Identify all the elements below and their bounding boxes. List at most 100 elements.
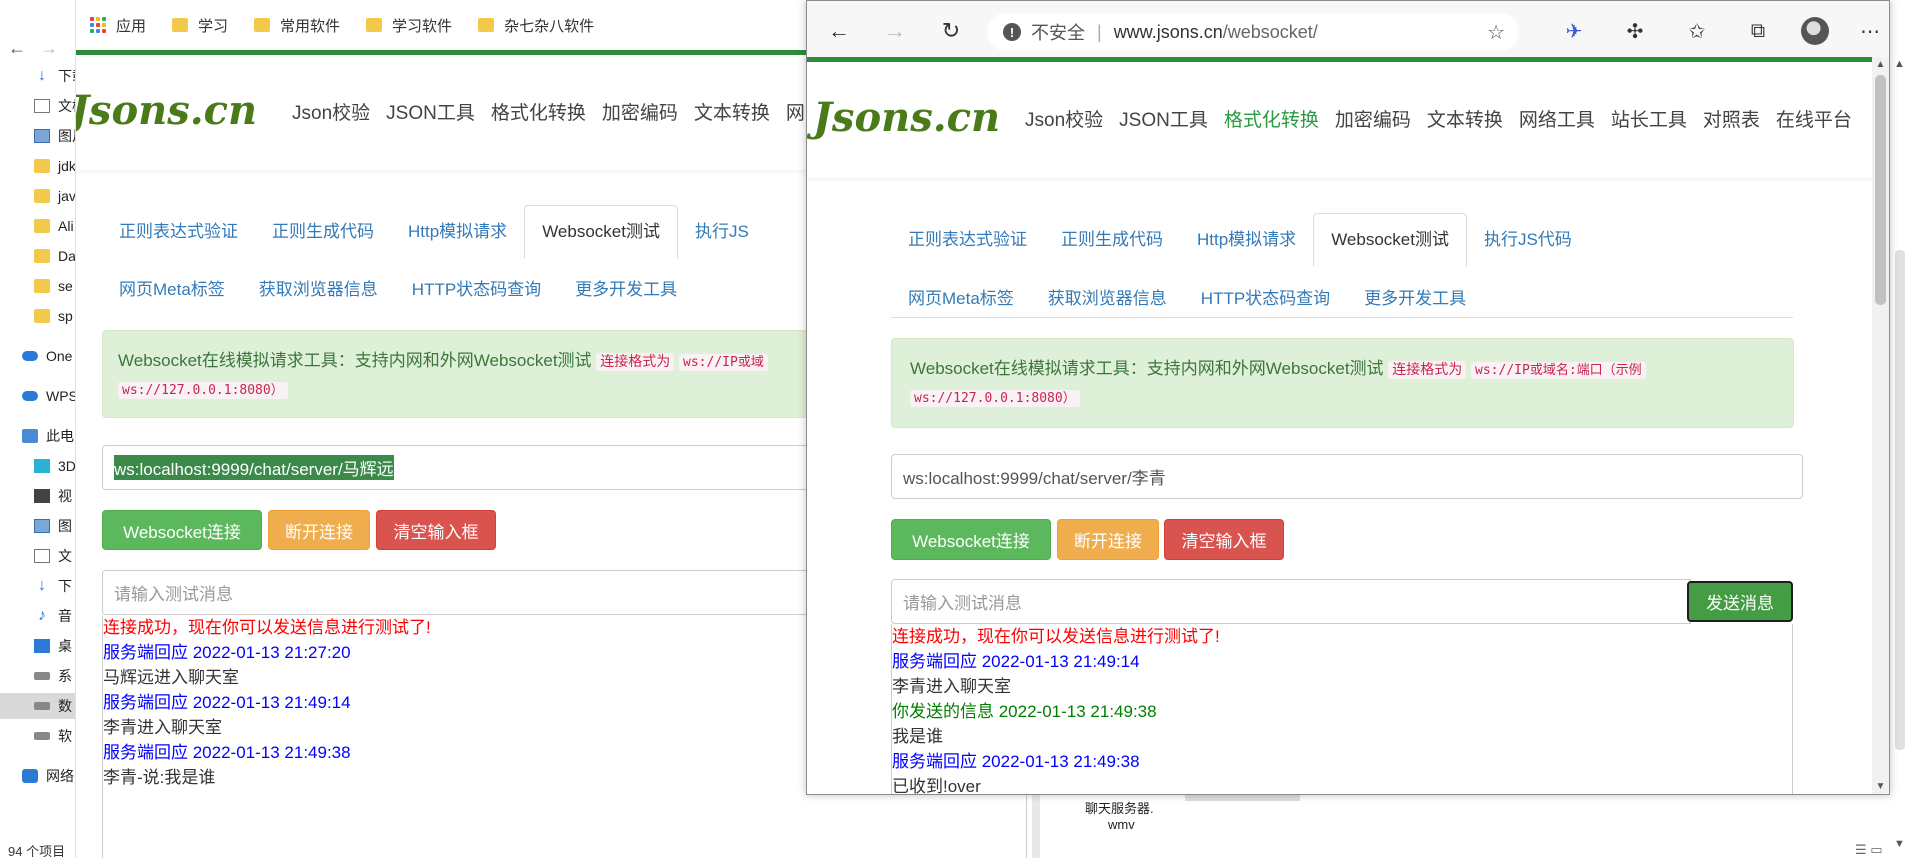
tab-meta-tags[interactable]: 网页Meta标签 bbox=[891, 284, 1031, 309]
bookmark-item[interactable]: 学习 bbox=[172, 15, 228, 36]
extension-bird-icon[interactable]: ✈ bbox=[1556, 13, 1592, 49]
tab-meta-tags[interactable]: 网页Meta标签 bbox=[102, 275, 242, 300]
favorites-star-icon[interactable]: ✩ bbox=[1679, 13, 1715, 49]
scroll-up-arrow-icon[interactable]: ▲ bbox=[1894, 58, 1905, 70]
forward-arrow-icon[interactable]: → bbox=[40, 38, 58, 58]
extensions-puzzle-icon[interactable]: ✣ bbox=[1617, 13, 1653, 49]
tab-websocket-test[interactable]: Websocket测试 bbox=[1313, 213, 1467, 267]
tab-http-status[interactable]: HTTP状态码查询 bbox=[1184, 284, 1347, 309]
explorer-nav-item[interactable]: se bbox=[0, 273, 75, 299]
nav-json-check[interactable]: Json校验 bbox=[292, 98, 370, 125]
tab-websocket-test[interactable]: Websocket测试 bbox=[524, 205, 678, 259]
explorer-nav-item[interactable]: WPS bbox=[0, 383, 75, 409]
back-arrow-icon[interactable]: ← bbox=[8, 38, 26, 58]
more-menu-icon[interactable]: ⋯ bbox=[1852, 13, 1888, 49]
scroll-down-arrow-icon[interactable]: ▼ bbox=[1872, 781, 1889, 792]
forward-arrow-icon[interactable]: → bbox=[877, 13, 913, 49]
tab-run-js[interactable]: 执行JS代码 bbox=[1467, 213, 1589, 267]
websocket-connect-button[interactable]: Websocket连接 bbox=[891, 519, 1051, 560]
tab-browser-info[interactable]: 获取浏览器信息 bbox=[242, 275, 395, 300]
right-scroll-thumb[interactable] bbox=[1895, 250, 1905, 750]
nav-json-tools[interactable]: JSON工具 bbox=[386, 98, 475, 125]
clear-input-button[interactable]: 清空输入框 bbox=[376, 510, 496, 550]
websocket-url-input[interactable]: ws:localhost:9999/chat/server/李青 bbox=[891, 454, 1803, 499]
site-logo[interactable]: Jsons.cn bbox=[813, 94, 1000, 141]
tab-more-dev-tools[interactable]: 更多开发工具 bbox=[1347, 284, 1483, 309]
send-message-button[interactable]: 发送消息 bbox=[1687, 581, 1793, 622]
explorer-nav-item[interactable]: jdk bbox=[0, 153, 76, 179]
tab-run-js-partial[interactable]: 执行JS bbox=[678, 205, 766, 259]
nav-online-platform[interactable]: 在线平台 bbox=[1776, 105, 1852, 132]
tab-http-simulate[interactable]: Http模拟请求 bbox=[391, 205, 524, 259]
tab-http-simulate[interactable]: Http模拟请求 bbox=[1180, 213, 1313, 267]
nav-text-convert[interactable]: 文本转换 bbox=[1427, 105, 1503, 132]
explorer-nav-item[interactable]: Ali bbox=[0, 213, 75, 239]
nav-json-check[interactable]: Json校验 bbox=[1025, 105, 1103, 132]
address-bar[interactable]: ! 不安全 | www.jsons.cn/websocket/ ☆ bbox=[987, 13, 1519, 51]
nav-webmaster-tools[interactable]: 站长工具 bbox=[1611, 105, 1687, 132]
tab-regex-codegen[interactable]: 正则生成代码 bbox=[255, 205, 391, 259]
scroll-thumb[interactable] bbox=[1875, 75, 1886, 305]
explorer-nav-item[interactable]: Da bbox=[0, 243, 75, 269]
page-scrollbar[interactable]: ▲ ▼ bbox=[1872, 57, 1889, 794]
message-input[interactable]: 请输入测试消息 bbox=[891, 579, 1691, 624]
disconnect-button[interactable]: 断开连接 bbox=[268, 510, 370, 550]
explorer-nav-item[interactable]: ↓ 下载 bbox=[0, 63, 75, 89]
explorer-nav-label: jdk bbox=[58, 158, 76, 174]
explorer-nav-label: 此电 bbox=[46, 428, 74, 444]
explorer-nav-item[interactable]: 数 bbox=[0, 693, 75, 719]
explorer-nav-item[interactable]: 桌 bbox=[0, 633, 75, 659]
nav-encrypt-encode[interactable]: 加密编码 bbox=[1335, 105, 1411, 132]
nav-network-tools[interactable]: 网络工具 bbox=[1519, 105, 1595, 132]
explorer-nav-item[interactable]: 此电 bbox=[0, 423, 75, 449]
tab-browser-info[interactable]: 获取浏览器信息 bbox=[1031, 284, 1184, 309]
disconnect-button[interactable]: 断开连接 bbox=[1057, 519, 1159, 560]
wps-cloud-icon bbox=[22, 391, 38, 401]
explorer-nav-item[interactable]: 视 bbox=[0, 483, 75, 509]
back-arrow-icon[interactable]: ← bbox=[821, 13, 857, 49]
log-line: 我是谁 bbox=[892, 727, 943, 746]
nav-text-convert[interactable]: 文本转换 bbox=[694, 98, 770, 125]
explorer-nav-item[interactable]: ↓ 下 bbox=[0, 573, 75, 599]
bookmark-item[interactable]: 杂七杂八软件 bbox=[478, 15, 594, 36]
refresh-icon[interactable]: ↻ bbox=[933, 13, 969, 49]
explorer-nav-item[interactable]: 图 bbox=[0, 513, 75, 539]
clear-input-button[interactable]: 清空输入框 bbox=[1164, 519, 1284, 560]
explorer-nav-item[interactable]: 文档 bbox=[0, 93, 75, 119]
view-toggle-icon[interactable]: ☰ ▭ bbox=[1855, 842, 1883, 858]
site-logo[interactable]: Jsons.cn bbox=[76, 87, 257, 134]
collections-icon[interactable]: ⧉ bbox=[1740, 13, 1776, 49]
nav-format-convert[interactable]: 格式化转换 bbox=[491, 98, 586, 125]
websocket-connect-button[interactable]: Websocket连接 bbox=[102, 510, 262, 550]
nav-encrypt-encode[interactable]: 加密编码 bbox=[602, 98, 678, 125]
explorer-nav-item[interactable]: 3D bbox=[0, 453, 75, 479]
bookmark-item[interactable]: 学习软件 bbox=[366, 15, 452, 36]
explorer-nav-item[interactable]: 文 bbox=[0, 543, 75, 569]
explorer-nav-item[interactable]: 网络 bbox=[0, 763, 75, 789]
right-edge-scrollbar[interactable]: ▲ ▼ bbox=[1890, 0, 1911, 858]
scroll-down-arrow-icon[interactable]: ▼ bbox=[1894, 838, 1905, 850]
bookmark-item[interactable]: 应用 bbox=[90, 15, 146, 36]
nav-json-tools[interactable]: JSON工具 bbox=[1119, 105, 1208, 132]
explorer-nav-item[interactable]: 系 bbox=[0, 663, 75, 689]
add-favorite-icon[interactable]: ☆ bbox=[1487, 20, 1505, 45]
tab-regex-verify[interactable]: 正则表达式验证 bbox=[891, 213, 1044, 267]
tab-http-status[interactable]: HTTP状态码查询 bbox=[395, 275, 558, 300]
explorer-nav-item[interactable]: 软 bbox=[0, 723, 75, 749]
explorer-nav-item[interactable]: sp bbox=[0, 303, 75, 329]
profile-avatar[interactable] bbox=[1797, 13, 1833, 49]
nav-reference-table[interactable]: 对照表 bbox=[1703, 105, 1760, 132]
nav-network-tools-partial[interactable]: 网 bbox=[786, 98, 805, 125]
tab-more-dev-tools[interactable]: 更多开发工具 bbox=[558, 275, 694, 300]
bookmark-item[interactable]: 常用软件 bbox=[254, 15, 340, 36]
scroll-up-arrow-icon[interactable]: ▲ bbox=[1872, 59, 1889, 70]
explorer-nav-item[interactable]: One bbox=[0, 343, 75, 369]
details-scroll-track bbox=[1185, 795, 1300, 801]
log-line: 你发送的信息 2022-01-13 21:49:38 bbox=[892, 702, 1157, 721]
tab-regex-codegen[interactable]: 正则生成代码 bbox=[1044, 213, 1180, 267]
explorer-nav-item[interactable]: java bbox=[0, 183, 75, 209]
tab-regex-verify[interactable]: 正则表达式验证 bbox=[102, 205, 255, 259]
explorer-nav-item[interactable]: 图片 bbox=[0, 123, 75, 149]
explorer-nav-item[interactable]: ♪ 音 bbox=[0, 603, 75, 629]
nav-format-convert[interactable]: 格式化转换 bbox=[1224, 105, 1319, 132]
